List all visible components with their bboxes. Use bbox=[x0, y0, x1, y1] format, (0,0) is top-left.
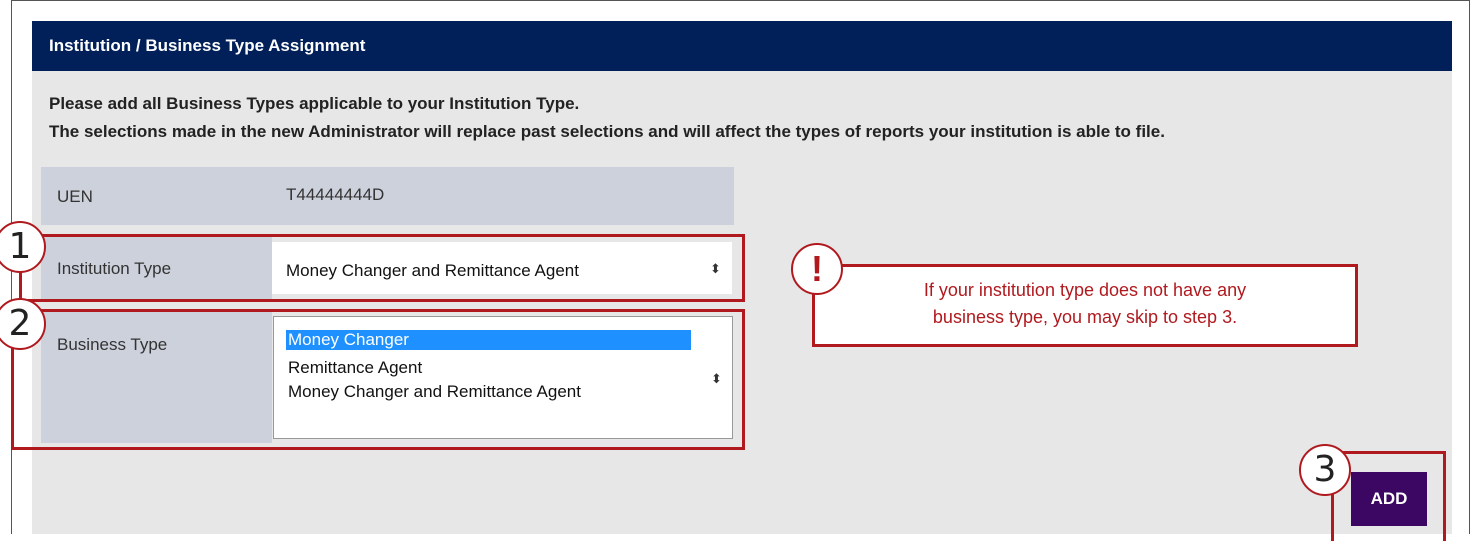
add-button[interactable]: ADD bbox=[1351, 472, 1427, 526]
step-3-marker: 3 bbox=[1299, 444, 1351, 496]
callout-line-1: If your institution type does not have a… bbox=[923, 280, 1247, 300]
step-2-highlight bbox=[11, 309, 745, 450]
uen-value: T44444444D bbox=[286, 185, 385, 204]
uen-row bbox=[41, 167, 734, 225]
instruction-line-1: Please add all Business Types applicable… bbox=[49, 94, 580, 113]
alert-icon: ! bbox=[791, 243, 843, 295]
callout-line-2: business type, you may skip to step 3. bbox=[932, 307, 1238, 327]
step-1-highlight bbox=[19, 234, 745, 302]
instruction-line-2: The selections made in the new Administr… bbox=[49, 122, 1165, 141]
uen-label: UEN bbox=[57, 187, 93, 206]
skip-step-callout: If your institution type does not have a… bbox=[812, 264, 1358, 347]
panel-title: Institution / Business Type Assignment bbox=[32, 21, 1452, 71]
